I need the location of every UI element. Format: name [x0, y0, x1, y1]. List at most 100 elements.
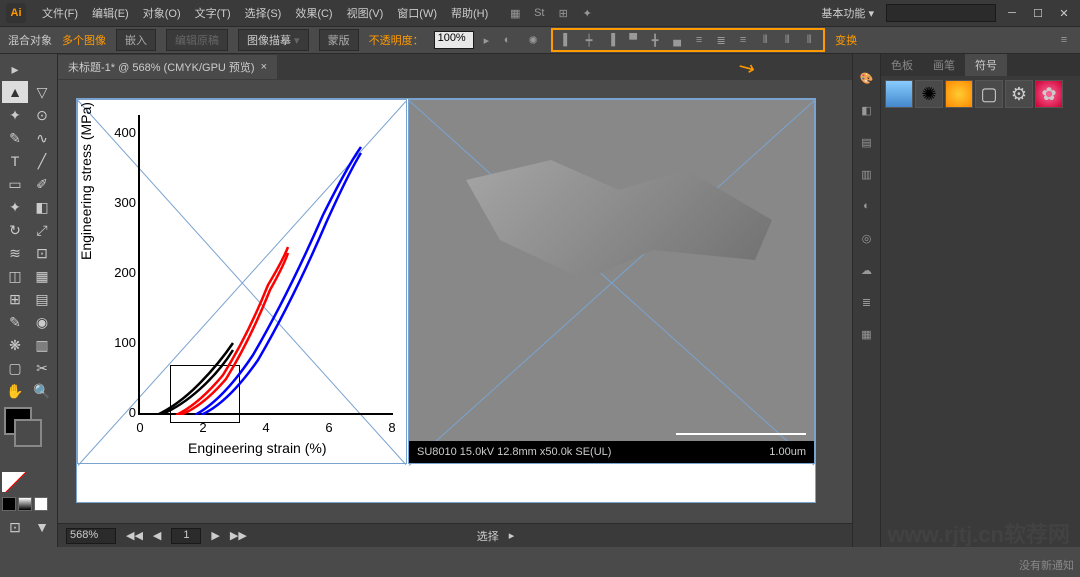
hand-tool[interactable]: ✋: [2, 380, 28, 402]
search-input[interactable]: [886, 4, 996, 22]
slice-tool[interactable]: ✂: [29, 357, 55, 379]
symbol-ribbon[interactable]: [885, 80, 913, 108]
gradient-panel-icon[interactable]: ▥: [857, 164, 877, 184]
stroke-panel-icon[interactable]: ▤: [857, 132, 877, 152]
align-left-icon[interactable]: ▌: [559, 32, 575, 48]
style-icon[interactable]: ◐: [499, 32, 515, 48]
line-tool[interactable]: ╱: [29, 150, 55, 172]
symbol-flower[interactable]: ✿: [1035, 80, 1063, 108]
none-swatch[interactable]: [2, 472, 30, 492]
align-right-icon[interactable]: ▐: [603, 32, 619, 48]
maximize-button[interactable]: ☐: [1028, 5, 1048, 21]
artboard-nav-last-icon[interactable]: ▶▶: [230, 529, 247, 542]
type-tool[interactable]: T: [2, 150, 28, 172]
paintbrush-tool[interactable]: ✐: [29, 173, 55, 195]
align-vcenter-icon[interactable]: ╋: [647, 32, 663, 48]
tab-brushes[interactable]: 画笔: [923, 54, 965, 76]
dist-bottom-icon[interactable]: ≡: [735, 32, 751, 48]
gradient-tool[interactable]: ▤: [29, 288, 55, 310]
menu-effect[interactable]: 效果(C): [289, 2, 338, 24]
close-button[interactable]: ✕: [1054, 5, 1074, 21]
panel-menu-icon[interactable]: ≡: [1056, 32, 1072, 48]
curvature-tool[interactable]: ∿: [29, 127, 55, 149]
perspective-tool[interactable]: ▦: [29, 265, 55, 287]
menu-file[interactable]: 文件(F): [36, 2, 84, 24]
symbol-box[interactable]: ▢: [975, 80, 1003, 108]
menu-object[interactable]: 对象(O): [137, 2, 187, 24]
dist-hcenter-icon[interactable]: ⦀: [779, 32, 795, 48]
menu-view[interactable]: 视图(V): [341, 2, 390, 24]
pen-tool[interactable]: ✎: [2, 127, 28, 149]
color-guide-icon[interactable]: ◧: [857, 100, 877, 120]
libraries-icon[interactable]: ☁: [857, 260, 877, 280]
symbol-ink[interactable]: ✺: [915, 80, 943, 108]
mesh-tool[interactable]: ⊞: [2, 288, 28, 310]
free-transform-tool[interactable]: ⊡: [29, 242, 55, 264]
document-tab[interactable]: 未标题-1* @ 568% (CMYK/GPU 预览) ×: [58, 55, 277, 79]
lasso-tool[interactable]: ⊙: [29, 104, 55, 126]
menu-window[interactable]: 窗口(W): [391, 2, 443, 24]
gpu-icon[interactable]: ✦: [578, 4, 596, 22]
opacity-input[interactable]: 100%: [434, 31, 474, 49]
artboard-nav-fwd-icon[interactable]: ▶: [211, 529, 219, 542]
asset-panel-icon[interactable]: ▦: [857, 324, 877, 344]
symbol-gear[interactable]: ⚙: [1005, 80, 1033, 108]
magic-wand-tool[interactable]: ✦: [2, 104, 28, 126]
embed-button[interactable]: 嵌入: [116, 29, 156, 51]
sem-image[interactable]: SU8010 15.0kV 12.8mm x50.0k SE(UL) 1.00u…: [408, 99, 815, 464]
appearance-panel-icon[interactable]: ◎: [857, 228, 877, 248]
chart-image[interactable]: 0 100 200 300 400 0 2 4 6 8 Engineering …: [77, 99, 407, 464]
layers-panel-icon[interactable]: ≣: [857, 292, 877, 312]
change-screen-icon[interactable]: ▼: [29, 516, 55, 538]
width-tool[interactable]: ≋: [2, 242, 28, 264]
zoom-input[interactable]: 568%: [66, 528, 116, 544]
tab-swatches[interactable]: 色板: [881, 54, 923, 76]
workspace-switcher[interactable]: 基本功能 ▾: [815, 2, 880, 24]
zoom-tool[interactable]: 🔍: [29, 380, 55, 402]
dist-left-icon[interactable]: ⦀: [757, 32, 773, 48]
direct-selection-tool[interactable]: ▽: [29, 81, 55, 103]
color-panel-icon[interactable]: 🎨: [857, 68, 877, 88]
status-dropdown-icon[interactable]: ▸: [509, 529, 515, 542]
tab-close-icon[interactable]: ×: [261, 61, 267, 73]
stock-icon[interactable]: St: [530, 4, 548, 22]
shaper-tool[interactable]: ✦: [2, 196, 28, 218]
artboard-tool[interactable]: ▢: [2, 357, 28, 379]
graph-tool[interactable]: ▥: [29, 334, 55, 356]
scale-tool[interactable]: ⤢: [29, 219, 55, 241]
selection-tool[interactable]: ▲: [2, 81, 28, 103]
dist-vcenter-icon[interactable]: ≣: [713, 32, 729, 48]
shape-builder-tool[interactable]: ◫: [2, 265, 28, 287]
blend-tool[interactable]: ◉: [29, 311, 55, 333]
artboard-nav-prev-icon[interactable]: ◀◀: [126, 529, 143, 542]
menu-select[interactable]: 选择(S): [239, 2, 288, 24]
color-mode-icon[interactable]: [2, 497, 16, 511]
rectangle-tool[interactable]: ▭: [2, 173, 28, 195]
arrange-icon[interactable]: ⊞: [554, 4, 572, 22]
symbol-sun[interactable]: [945, 80, 973, 108]
menu-edit[interactable]: 编辑(E): [86, 2, 135, 24]
bridge-icon[interactable]: ▦: [506, 4, 524, 22]
mask-button[interactable]: 蒙版: [319, 29, 359, 51]
toolbox-collapse-icon[interactable]: ▸: [2, 58, 28, 80]
none-mode-icon[interactable]: [34, 497, 48, 511]
transparency-panel-icon[interactable]: ◐: [857, 196, 877, 216]
align-hcenter-icon[interactable]: ┿: [581, 32, 597, 48]
align-bottom-icon[interactable]: ▄: [669, 32, 685, 48]
tab-symbols[interactable]: 符号: [965, 54, 1007, 76]
symbol-sprayer-tool[interactable]: ❋: [2, 334, 28, 356]
dist-top-icon[interactable]: ≡: [691, 32, 707, 48]
rotate-tool[interactable]: ↻: [2, 219, 28, 241]
stroke-swatch[interactable]: [14, 419, 42, 447]
recolor-icon[interactable]: ✺: [525, 32, 541, 48]
screen-mode-icon[interactable]: ⊡: [2, 516, 28, 538]
eraser-tool[interactable]: ◧: [29, 196, 55, 218]
dist-right-icon[interactable]: ⦀: [801, 32, 817, 48]
gradient-mode-icon[interactable]: [18, 497, 32, 511]
artboard-number[interactable]: 1: [171, 528, 201, 544]
canvas[interactable]: 0 100 200 300 400 0 2 4 6 8 Engineering …: [58, 80, 852, 523]
eyedropper-tool[interactable]: ✎: [2, 311, 28, 333]
artboard-nav-back-icon[interactable]: ◀: [153, 529, 161, 542]
minimize-button[interactable]: ─: [1002, 5, 1022, 21]
menu-help[interactable]: 帮助(H): [445, 2, 494, 24]
